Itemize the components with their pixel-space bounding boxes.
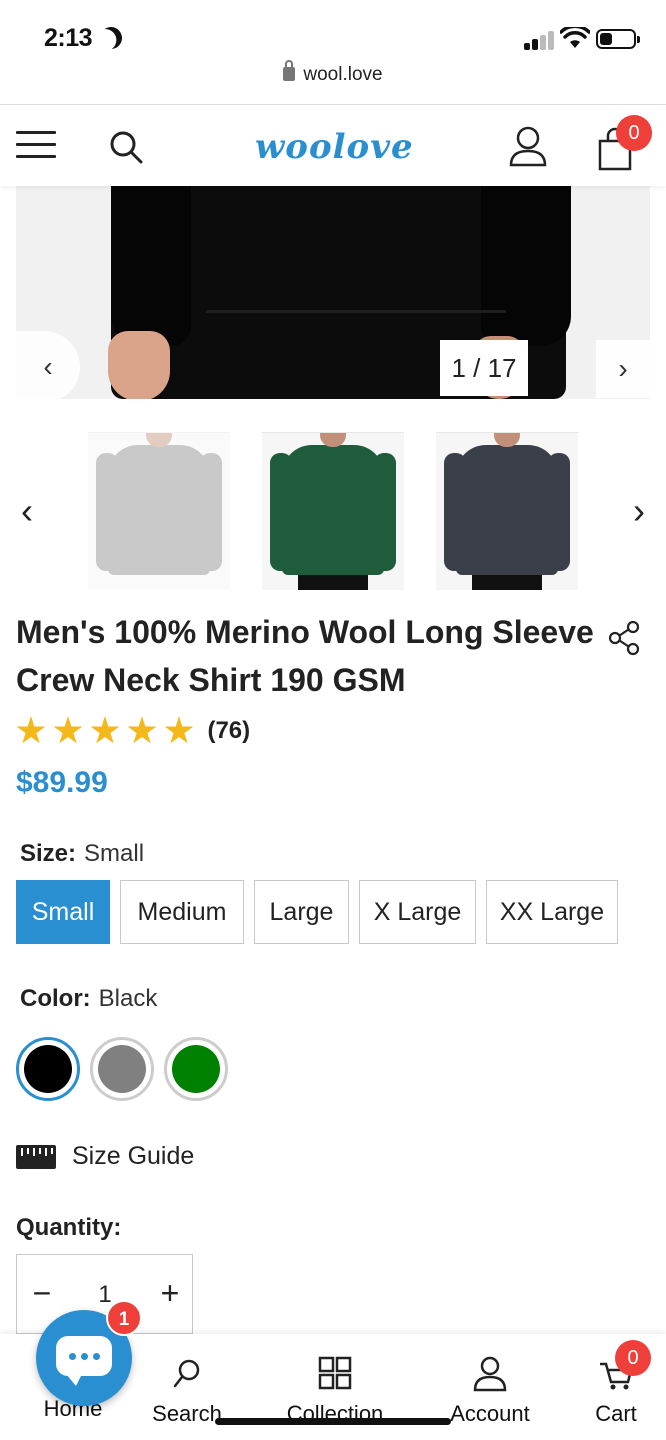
color-selected-value: Black (98, 985, 158, 1012)
site-logo[interactable]: woolove (255, 127, 414, 167)
menu-icon[interactable] (16, 131, 56, 161)
thumbnail-next-icon[interactable]: › (624, 490, 654, 532)
ruler-icon[interactable] (16, 1145, 56, 1169)
size-option-medium[interactable]: Medium (120, 880, 244, 944)
size-selected-value: Small (84, 840, 145, 867)
site-header: woolove 0 (0, 104, 666, 186)
size-label: Size: Small (20, 840, 145, 867)
color-swatch-green[interactable] (164, 1037, 228, 1101)
search-icon[interactable] (106, 127, 146, 167)
size-option-xx-large[interactable]: XX Large (486, 880, 618, 944)
star-icon (90, 716, 120, 744)
rating-stars[interactable]: (76) (16, 716, 250, 750)
size-option-large[interactable]: Large (254, 880, 349, 944)
chat-icon (56, 1336, 112, 1386)
size-option-x-large[interactable]: X Large (359, 880, 476, 944)
quantity-increase-button[interactable]: + (155, 1275, 185, 1312)
thumbnail-green[interactable] (262, 432, 404, 590)
status-time: 2:13 (44, 24, 93, 52)
url-text: wool.love (303, 64, 383, 85)
status-bar: 2:13 (0, 0, 666, 70)
review-count[interactable]: (76) (207, 717, 250, 745)
lock-icon (283, 60, 296, 81)
nav-account[interactable]: Account (430, 1356, 550, 1427)
cart-count-badge: 0 (616, 115, 652, 151)
nav-cart-badge: 0 (615, 1340, 651, 1376)
color-swatch-grey[interactable] (90, 1037, 154, 1101)
chat-notification-badge: 1 (106, 1300, 142, 1336)
thumbnail-prev-icon[interactable]: ‹ (12, 490, 42, 532)
color-swatch-black[interactable] (16, 1037, 80, 1101)
product-main-image[interactable] (16, 186, 650, 399)
nav-collection[interactable]: Collection (275, 1356, 395, 1427)
nav-cart-label: Cart (595, 1401, 637, 1426)
gallery-counter: 1 / 17 (440, 340, 528, 396)
star-icon (16, 716, 46, 744)
grid-icon (318, 1356, 352, 1390)
gallery-next-button[interactable]: › (596, 340, 650, 398)
thumbnail-grey[interactable] (88, 432, 230, 590)
search-icon (173, 1359, 200, 1388)
moon-icon (97, 24, 125, 52)
star-icon (53, 716, 83, 744)
thumbnail-charcoal[interactable] (436, 432, 578, 590)
wifi-icon (560, 27, 590, 48)
share-icon[interactable] (606, 620, 642, 656)
product-price: $89.99 (16, 766, 108, 799)
nav-cart[interactable]: Cart (556, 1356, 666, 1427)
signal-icon (524, 30, 556, 50)
quantity-decrease-button[interactable]: − (27, 1275, 57, 1312)
quantity-label: Quantity: (16, 1214, 122, 1241)
battery-icon (596, 29, 640, 49)
account-icon[interactable] (508, 125, 548, 169)
star-icon (127, 716, 157, 744)
account-icon (473, 1356, 507, 1392)
url-bar[interactable]: wool.love (0, 60, 666, 104)
star-icon (164, 716, 194, 744)
home-indicator (215, 1418, 451, 1425)
size-option-small[interactable]: Small (16, 880, 110, 944)
color-label: Color: Black (20, 985, 158, 1012)
size-guide-link[interactable]: Size Guide (72, 1142, 194, 1171)
nav-search[interactable]: Search (127, 1356, 247, 1427)
product-title: Men's 100% Merino Wool Long Sleeve Crew … (16, 614, 594, 698)
